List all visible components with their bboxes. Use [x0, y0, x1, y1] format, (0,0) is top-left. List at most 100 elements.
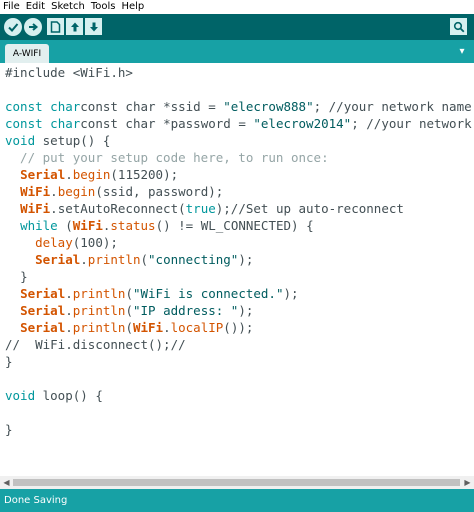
code-line-11: delay(100);	[5, 234, 118, 251]
open-button[interactable]	[66, 18, 83, 35]
serial-monitor-button[interactable]	[450, 18, 467, 35]
code-object: WiFi	[20, 201, 51, 216]
code-line-6: // put your setup code here, to run once…	[5, 149, 329, 166]
code-text: (100);	[72, 235, 118, 250]
status-bar: Done Saving	[0, 489, 474, 512]
code-text: .	[65, 320, 73, 335]
menu-tools[interactable]: Tools	[88, 0, 119, 14]
code-function: begin	[57, 184, 96, 199]
code-function: begin	[72, 167, 111, 182]
menu-help[interactable]: Help	[118, 0, 147, 14]
code-text: .	[80, 252, 88, 267]
code-keyword: true	[185, 201, 216, 216]
code-function: localIP	[170, 320, 224, 335]
code-line-3: const charconst char *ssid = "elecrow888…	[5, 98, 472, 115]
code-line-17: // WiFi.disconnect();//	[5, 336, 186, 353]
code-text: );	[283, 286, 299, 301]
code-editor[interactable]: #include <WiFi.h> const charconst char *…	[0, 63, 474, 476]
open-icon	[69, 21, 81, 33]
code-text: .	[65, 303, 73, 318]
code-text: .	[50, 184, 58, 199]
save-icon	[88, 21, 100, 33]
code-keyword: void	[5, 388, 36, 403]
code-comment: );//Set up auto-reconnect	[215, 201, 404, 216]
code-text: .	[65, 286, 73, 301]
scroll-left-icon[interactable]: ◀	[0, 476, 13, 489]
code-text: .	[65, 167, 73, 182]
tab-a-wifi[interactable]: A-WIFI	[5, 44, 49, 63]
code-keyword: char	[50, 116, 81, 131]
code-line-15: Serial.println("IP address: ");	[5, 302, 253, 319]
tab-menu-icon[interactable]: ▾	[457, 47, 467, 57]
code-keyword: const	[5, 99, 43, 114]
menu-file[interactable]: File	[0, 0, 23, 14]
code-line-7: Serial.begin(115200);	[5, 166, 178, 183]
code-text: (	[125, 286, 133, 301]
code-text: (	[140, 252, 149, 267]
code-text: (	[125, 320, 133, 335]
scrollbar-thumb[interactable]	[13, 479, 460, 486]
code-comment: // put your setup code here, to run once…	[5, 150, 329, 165]
code-object: Serial	[20, 303, 66, 318]
upload-icon	[27, 21, 39, 33]
code-keyword: void	[5, 133, 36, 148]
code-line-5: void setup() {	[5, 132, 110, 149]
horizontal-scrollbar[interactable]: ◀ ▶	[0, 476, 474, 489]
code-keyword: while	[20, 218, 58, 233]
code-text: .	[50, 201, 58, 216]
code-function: println	[72, 286, 126, 301]
code-text: (	[125, 303, 133, 318]
code-comment: // WiFi.disconnect();//	[5, 337, 186, 352]
code-line-16: Serial.println(WiFi.localIP());	[5, 319, 253, 336]
code-function: println	[72, 320, 126, 335]
code-line-9: WiFi.setAutoReconnect(true);//Set up aut…	[5, 200, 404, 217]
code-text: setAutoReconnect(	[57, 201, 186, 216]
code-object: WiFi	[20, 184, 51, 199]
save-button[interactable]	[85, 18, 102, 35]
menu-bar: File Edit Sketch Tools Help	[0, 0, 474, 14]
serial-monitor-icon	[453, 21, 465, 33]
code-string: "connecting"	[148, 252, 239, 267]
code-line-18: }	[5, 353, 13, 370]
code-function: delay	[35, 235, 73, 250]
new-button[interactable]	[47, 18, 64, 35]
new-icon	[50, 20, 61, 33]
code-comment: ; //your network name	[313, 99, 472, 114]
code-text: loop() {	[35, 388, 103, 403]
code-string: "elecrow2014"	[253, 116, 352, 131]
code-function: status	[110, 218, 156, 233]
code-string: "elecrow888"	[223, 99, 314, 114]
code-string: "WiFi is connected."	[132, 286, 284, 301]
code-keyword: char	[50, 99, 81, 114]
code-text: ());	[223, 320, 254, 335]
code-text: );	[238, 252, 254, 267]
code-line-13: }	[5, 268, 28, 285]
menu-sketch[interactable]: Sketch	[48, 0, 88, 14]
code-object: Serial	[20, 320, 66, 335]
code-object: WiFi	[132, 320, 164, 335]
code-line-1: #include <WiFi.h>	[5, 64, 133, 81]
code-text: .	[163, 320, 171, 335]
code-comment: ; //your network password	[351, 116, 472, 131]
code-text: setup() {	[35, 133, 111, 148]
code-text: (ssid, password);	[95, 184, 224, 199]
upload-button[interactable]	[24, 18, 42, 36]
verify-button[interactable]	[4, 18, 22, 36]
code-string: "IP address: "	[132, 303, 239, 318]
code-text: const char *password =	[80, 116, 254, 131]
code-text: }	[5, 422, 13, 437]
code-keyword: const	[5, 116, 43, 131]
code-text: #include <WiFi.h>	[5, 65, 133, 80]
code-function: println	[87, 252, 141, 267]
code-line-4: const charconst char *password = "elecro…	[5, 115, 474, 132]
code-object: Serial	[20, 286, 66, 301]
tab-bar: A-WIFI ▾	[0, 40, 474, 63]
scroll-right-icon[interactable]: ▶	[461, 476, 474, 489]
menu-edit[interactable]: Edit	[23, 0, 48, 14]
code-text: const char *ssid =	[80, 99, 224, 114]
code-line-14: Serial.println("WiFi is connected.");	[5, 285, 299, 302]
code-text: }	[20, 269, 28, 284]
code-line-22: }	[5, 421, 13, 438]
verify-icon	[7, 21, 19, 33]
code-object: Serial	[20, 167, 66, 182]
